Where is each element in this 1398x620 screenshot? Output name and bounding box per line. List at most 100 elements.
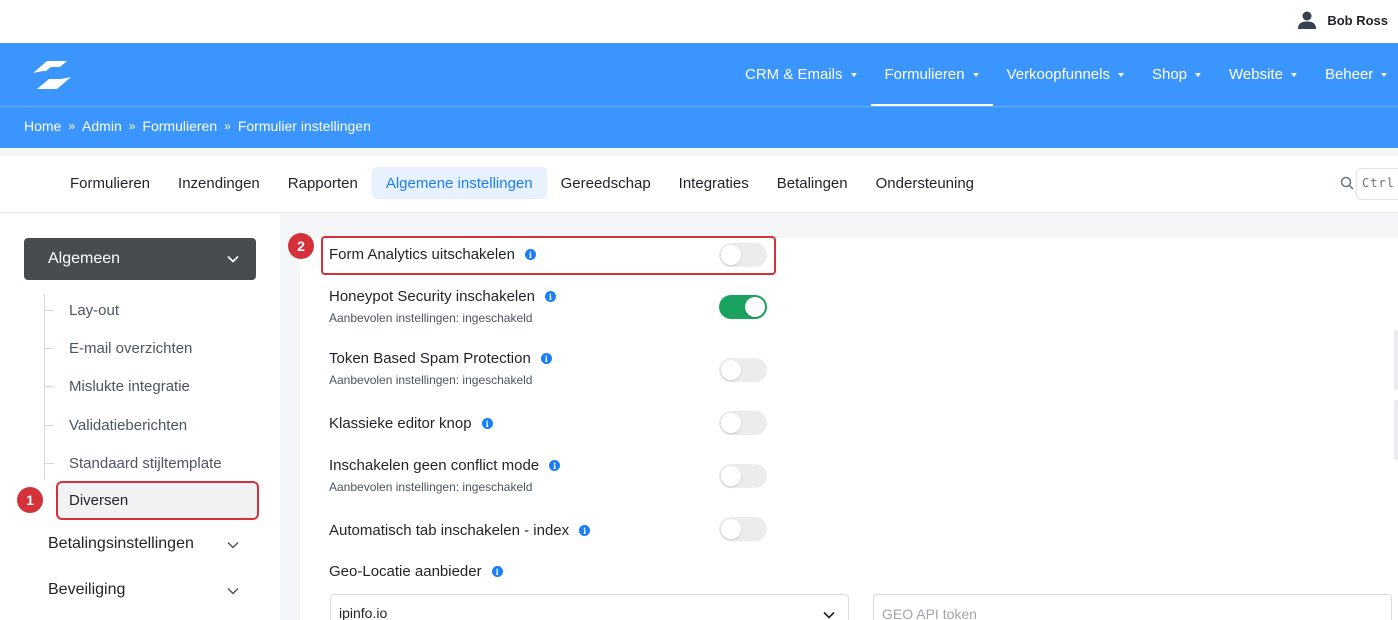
sidebar-item-label: Diversen: [69, 492, 129, 509]
setting-klassieke-editor: Klassieke editor knop i: [329, 415, 493, 432]
nav-label: Website: [1229, 66, 1283, 83]
setting-label: Geo-Locatie aanbieder: [329, 563, 482, 580]
breadcrumb-admin[interactable]: Admin: [82, 118, 122, 134]
setting-label: Automatisch tab inschakelen - index: [329, 522, 570, 539]
breadcrumb-separator: »: [68, 119, 76, 133]
user-name: Bob Ross: [1327, 12, 1388, 28]
sidebar-item-mislukte-integratie[interactable]: Mislukte integratie: [44, 367, 190, 405]
toggle-knob: [745, 297, 765, 317]
toggle-knob: [721, 245, 741, 265]
setting-hint: Aanbevolen instellingen: ingeschakeld: [329, 311, 533, 325]
nav-label: Verkoopfunnels: [1006, 66, 1110, 83]
user-menu[interactable]: Bob Ross: [1297, 10, 1388, 30]
setting-hint: Aanbevolen instellingen: ingeschakeld: [329, 480, 533, 494]
sidebar-item-diversen[interactable]: Diversen: [56, 481, 259, 520]
sidebar-group-betalingsinstellingen[interactable]: Betalingsinstellingen: [48, 525, 256, 563]
nav-label: Beheer: [1324, 66, 1374, 83]
caret-down-icon: [1195, 72, 1202, 77]
toggle-auto-tab-index[interactable]: [719, 517, 767, 541]
sidebar-item-label: E-mail overzichten: [69, 339, 193, 357]
sidebar-group-beveiliging[interactable]: Beveiliging: [48, 571, 256, 609]
sidebar-item-validatieberichten[interactable]: Validatieberichten: [44, 406, 187, 444]
sidebar-item-label: Validatieberichten: [69, 416, 188, 434]
settings-panel: 2 Form Analytics uitschakelen i Honeypot …: [288, 233, 1398, 620]
sidebar-item-lay-out[interactable]: Lay-out: [44, 291, 119, 329]
setting-label: Honeypot Security inschakelen: [329, 288, 535, 305]
annotation-badge-2: 2: [288, 233, 314, 259]
geo-api-token-input[interactable]: [873, 594, 1392, 620]
tab-ondersteuning[interactable]: Ondersteuning: [862, 167, 988, 199]
breadcrumb-formulieren[interactable]: Formulieren: [142, 118, 217, 134]
toggle-knob: [721, 519, 741, 539]
sidebar-item-email-overzichten[interactable]: E-mail overzichten: [44, 329, 192, 367]
info-icon[interactable]: i: [549, 460, 561, 471]
search-icon: [1340, 176, 1354, 190]
breadcrumb: Home » Admin » Formulieren » Formulier i…: [24, 118, 371, 134]
user-icon: [1298, 11, 1317, 29]
breadcrumb-current: Formulier instellingen: [237, 118, 371, 134]
setting-honeypot-security: Honeypot Security inschakelen i Aanbevole…: [329, 288, 556, 325]
toggle-form-analytics[interactable]: [719, 243, 767, 267]
setting-form-analytics: Form Analytics uitschakelen i: [329, 246, 536, 263]
setting-no-conflict-mode: Inschakelen geen conflict mode i Aanbevol…: [329, 457, 561, 494]
main-navigation: CRM & Emails Formulieren Verkoopfunnels …: [0, 43, 1398, 106]
tab-betalingen[interactable]: Betalingen: [763, 167, 862, 199]
setting-token-spam-protection: Token Based Spam Protection i Aanbevolen …: [329, 350, 552, 387]
tab-bar: Formulieren Inzendingen Rapporten Algeme…: [0, 156, 1398, 213]
info-icon[interactable]: i: [540, 353, 552, 364]
info-icon[interactable]: i: [481, 418, 493, 429]
geo-provider-select[interactable]: ipinfo.io: [330, 594, 849, 620]
info-icon[interactable]: i: [544, 291, 556, 302]
breadcrumb-separator: »: [128, 119, 136, 133]
tab-gereedschap[interactable]: Gereedschap: [547, 167, 665, 199]
sidebar-group-algemeen[interactable]: Algemeen: [24, 238, 256, 280]
chevron-down-icon: [227, 255, 239, 263]
tab-inzendingen[interactable]: Inzendingen: [164, 167, 274, 199]
nav-formulieren[interactable]: Formulieren: [870, 43, 993, 106]
annotation-badge-1: 1: [17, 487, 43, 513]
setting-label: Form Analytics uitschakelen: [329, 246, 515, 263]
caret-down-icon: [1381, 72, 1388, 77]
tab-formulieren[interactable]: Formulieren: [56, 167, 164, 199]
toggle-klassieke-editor[interactable]: [719, 411, 767, 435]
chevron-down-icon: [227, 541, 239, 549]
caret-down-icon: [1117, 72, 1124, 77]
nav-verkoopfunnels[interactable]: Verkoopfunnels: [993, 43, 1138, 106]
search-shortcut: Ctrl: [1362, 176, 1395, 190]
setting-label: Inschakelen geen conflict mode: [329, 457, 540, 474]
user-bar: Bob Ross: [0, 0, 1398, 43]
tab-rapporten[interactable]: Rapporten: [274, 167, 372, 199]
breadcrumb-bar: Home » Admin » Formulieren » Formulier i…: [0, 106, 1398, 148]
setting-label: Token Based Spam Protection: [329, 350, 531, 367]
toggle-honeypot-security[interactable]: [719, 295, 767, 319]
sidebar-item-label: Mislukte integratie: [69, 377, 190, 395]
caret-down-icon: [1290, 72, 1297, 77]
info-icon[interactable]: i: [579, 525, 591, 536]
info-icon[interactable]: i: [491, 566, 503, 577]
nav-label: CRM & Emails: [745, 66, 843, 83]
sidebar-group-label: Betalingsinstellingen: [48, 535, 194, 552]
app-logo-icon[interactable]: [27, 57, 77, 93]
breadcrumb-home[interactable]: Home: [24, 118, 61, 134]
caret-down-icon: [972, 72, 979, 77]
nav-shop[interactable]: Shop: [1138, 43, 1215, 106]
sidebar-item-standaard-stijltemplate[interactable]: Standaard stijltemplate: [44, 444, 222, 482]
setting-label: Klassieke editor knop: [329, 415, 472, 432]
toggle-no-conflict-mode[interactable]: [719, 464, 767, 488]
chevron-down-icon: [823, 611, 835, 619]
nav-beheer[interactable]: Beheer: [1311, 43, 1398, 106]
nav-label: Shop: [1151, 66, 1188, 83]
toggle-token-spam-protection[interactable]: [719, 358, 767, 382]
toggle-knob: [721, 360, 741, 380]
nav-crm-emails[interactable]: CRM & Emails: [731, 43, 871, 106]
scroll-edge: [1394, 400, 1398, 460]
sidebar-group-label: Beveiliging: [48, 581, 126, 598]
toggle-knob: [721, 413, 741, 433]
geo-provider-value: ipinfo.io: [339, 605, 388, 620]
chevron-down-icon: [227, 587, 239, 595]
info-icon[interactable]: i: [524, 249, 536, 260]
nav-website[interactable]: Website: [1215, 43, 1311, 106]
tab-algemene-instellingen[interactable]: Algemene instellingen: [371, 167, 547, 199]
search-button[interactable]: Ctrl: [1340, 176, 1395, 190]
tab-integraties[interactable]: Integraties: [665, 167, 763, 199]
